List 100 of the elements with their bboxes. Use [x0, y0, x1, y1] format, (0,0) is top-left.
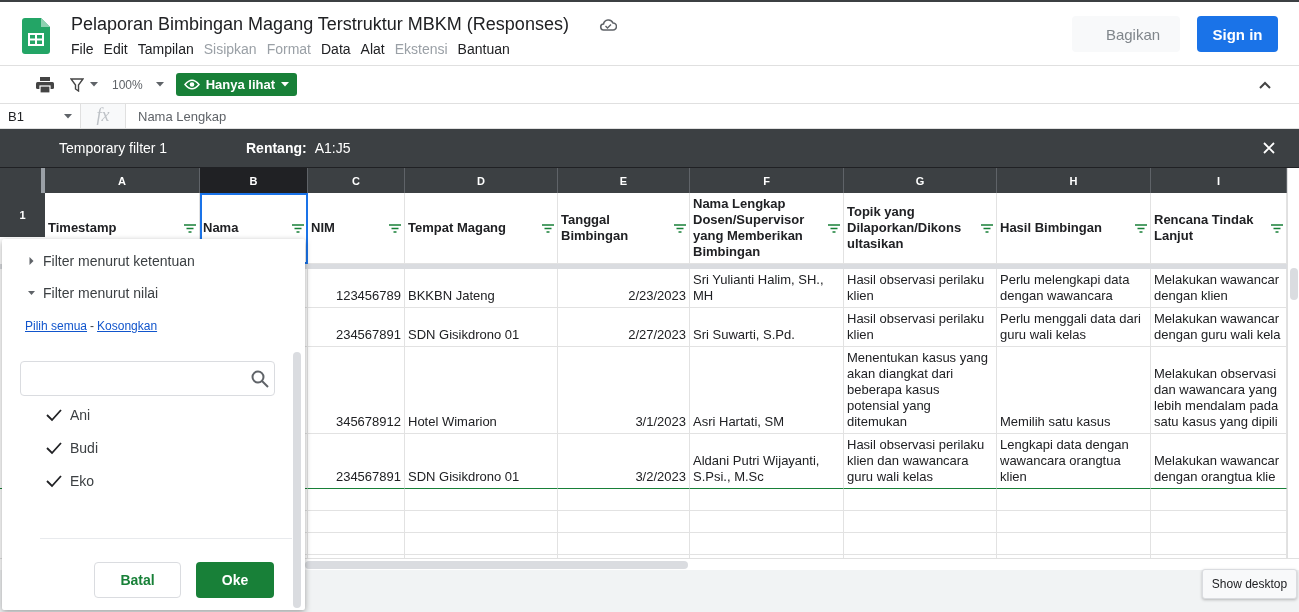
column-header[interactable]: I: [1151, 168, 1287, 193]
empty-cell[interactable]: [308, 511, 405, 533]
empty-cell[interactable]: [405, 511, 558, 533]
column-header[interactable]: B: [200, 168, 308, 193]
menu-item[interactable]: Bantuan: [452, 38, 515, 60]
header-cell-text: Tanggal Bimbingan: [561, 212, 630, 244]
view-only-button[interactable]: Hanya lihat: [175, 73, 298, 96]
ok-button[interactable]: Oke: [196, 562, 274, 598]
link-separator: -: [90, 319, 95, 335]
header-cell-text: Nama: [203, 220, 240, 236]
table-cell: Sri Suwarti, S.Pd.: [690, 308, 844, 347]
empty-cell[interactable]: [558, 489, 690, 511]
header-cell-text: Timestamp: [48, 220, 118, 236]
empty-cell[interactable]: [308, 533, 405, 555]
header-cell-text: Tempat Magang: [408, 220, 507, 236]
empty-cell[interactable]: [690, 489, 844, 511]
corner-header[interactable]: [0, 168, 45, 193]
empty-cell[interactable]: [690, 533, 844, 555]
table-cell: BKKBN Jateng: [405, 269, 558, 308]
check-icon[interactable]: [46, 441, 62, 455]
table-cell: Hasil observasi perilaku klien: [844, 308, 997, 347]
column-header[interactable]: A: [45, 168, 200, 193]
empty-cell[interactable]: [844, 489, 997, 511]
filter-icon[interactable]: [674, 223, 686, 233]
row-header[interactable]: 1: [0, 193, 45, 237]
caret-down-icon: [90, 82, 98, 87]
filter-button[interactable]: [70, 77, 98, 92]
select-all-link[interactable]: Pilih semua: [25, 319, 88, 345]
caret-down-icon: [28, 289, 35, 297]
menu-item[interactable]: Data: [316, 38, 356, 60]
check-icon[interactable]: [46, 408, 62, 422]
cancel-button[interactable]: Batal: [94, 562, 181, 598]
clear-link[interactable]: Kosongkan: [97, 319, 158, 345]
filter-value-item[interactable]: Eko: [2, 465, 101, 497]
column-header[interactable]: H: [997, 168, 1151, 193]
zoom-dropdown[interactable]: 100%: [112, 77, 164, 92]
filter-icon[interactable]: [1271, 223, 1283, 233]
cloud-icon[interactable]: [598, 17, 617, 31]
sign-in-button[interactable]: Sign in: [1197, 16, 1278, 52]
filter-value-item[interactable]: Budi: [2, 432, 105, 464]
empty-cell[interactable]: [558, 533, 690, 555]
filter-section-toggle[interactable]: Filter menurut ketentuan: [2, 245, 201, 277]
close-button[interactable]: [1263, 142, 1275, 154]
menu-item[interactable]: File: [66, 38, 99, 60]
empty-cell[interactable]: [405, 489, 558, 511]
empty-cell[interactable]: [405, 533, 558, 555]
empty-cell[interactable]: [844, 533, 997, 555]
empty-cell[interactable]: [997, 511, 1151, 533]
header-cell-text: Topik yang Dilaporkan/Dikons ultasikan: [847, 204, 963, 252]
empty-cell[interactable]: [997, 489, 1151, 511]
header-cell-text: Nama Lengkap Dosen/Supervisor yang Memberikan Bimbingan: [693, 196, 806, 260]
table-cell: Aldani Putri Wijayanti, S.Psi., M.Sc: [690, 434, 844, 489]
range-value: A1:J5: [314, 140, 351, 156]
column-header[interactable]: C: [308, 168, 405, 193]
table-cell: Menentukan kasus yang akan diangkat dari beberapa kasus potensial yang ditemukan: [844, 347, 997, 434]
column-header[interactable]: F: [690, 168, 844, 193]
document-title: Pelaporan Bimbingan Magang Terstruktur MBKM (Responses): [71, 13, 569, 35]
search-field[interactable]: [20, 361, 275, 396]
empty-cell[interactable]: [690, 511, 844, 533]
filter-value-item[interactable]: Ani: [2, 399, 97, 431]
table-cell: Memilih satu kasus: [997, 347, 1151, 434]
menu-item[interactable]: Tampilan: [132, 38, 199, 60]
spreadsheet-logo-icon[interactable]: [22, 18, 50, 54]
column-header[interactable]: G: [844, 168, 997, 193]
table-cell: 123456789: [308, 269, 405, 308]
empty-cell[interactable]: [997, 533, 1151, 555]
filter-icon[interactable]: [184, 223, 196, 233]
table-cell: 234567891: [308, 434, 405, 489]
empty-cell[interactable]: [844, 511, 997, 533]
column-header[interactable]: E: [558, 168, 690, 193]
menu-item[interactable]: Edit: [98, 38, 133, 60]
filter-icon[interactable]: [292, 223, 304, 233]
scrollbar-thumb[interactable]: [1290, 268, 1298, 300]
check-icon[interactable]: [46, 474, 62, 488]
filter-icon[interactable]: [542, 223, 554, 233]
scrollbar-thumb[interactable]: [293, 352, 301, 608]
filter-icon[interactable]: [1135, 223, 1147, 233]
filter-icon[interactable]: [981, 223, 993, 233]
empty-cell[interactable]: [558, 511, 690, 533]
empty-cell[interactable]: [308, 489, 405, 511]
table-cell: 234567891: [308, 308, 405, 347]
funnel-icon: [70, 77, 84, 92]
cell-reference-box[interactable]: B1: [0, 104, 80, 128]
filter-icon[interactable]: [828, 223, 840, 233]
eye-icon: [183, 79, 200, 90]
table-cell: 3/2/2023: [558, 434, 690, 489]
header-cell-text: Hasil Bimbingan: [1000, 220, 1103, 236]
filter-section-toggle[interactable]: Filter menurut nilai: [2, 277, 165, 309]
header-cell-text: NIM: [311, 220, 336, 236]
table-cell: Hasil observasi perilaku klien dan wawancara guru wali kelas: [844, 434, 997, 489]
table-cell: 2/23/2023: [558, 269, 690, 308]
filter-icon[interactable]: [389, 223, 401, 233]
print-button[interactable]: [36, 76, 54, 93]
column-header[interactable]: D: [405, 168, 558, 193]
collapse-button[interactable]: [1259, 80, 1271, 89]
formula-content: Nama Lengkap: [137, 108, 227, 124]
table-cell: 2/27/2023: [558, 308, 690, 347]
scrollbar-thumb[interactable]: [305, 561, 688, 569]
menu-item[interactable]: Alat: [355, 38, 390, 60]
tooltip: Show desktop: [1202, 569, 1297, 599]
